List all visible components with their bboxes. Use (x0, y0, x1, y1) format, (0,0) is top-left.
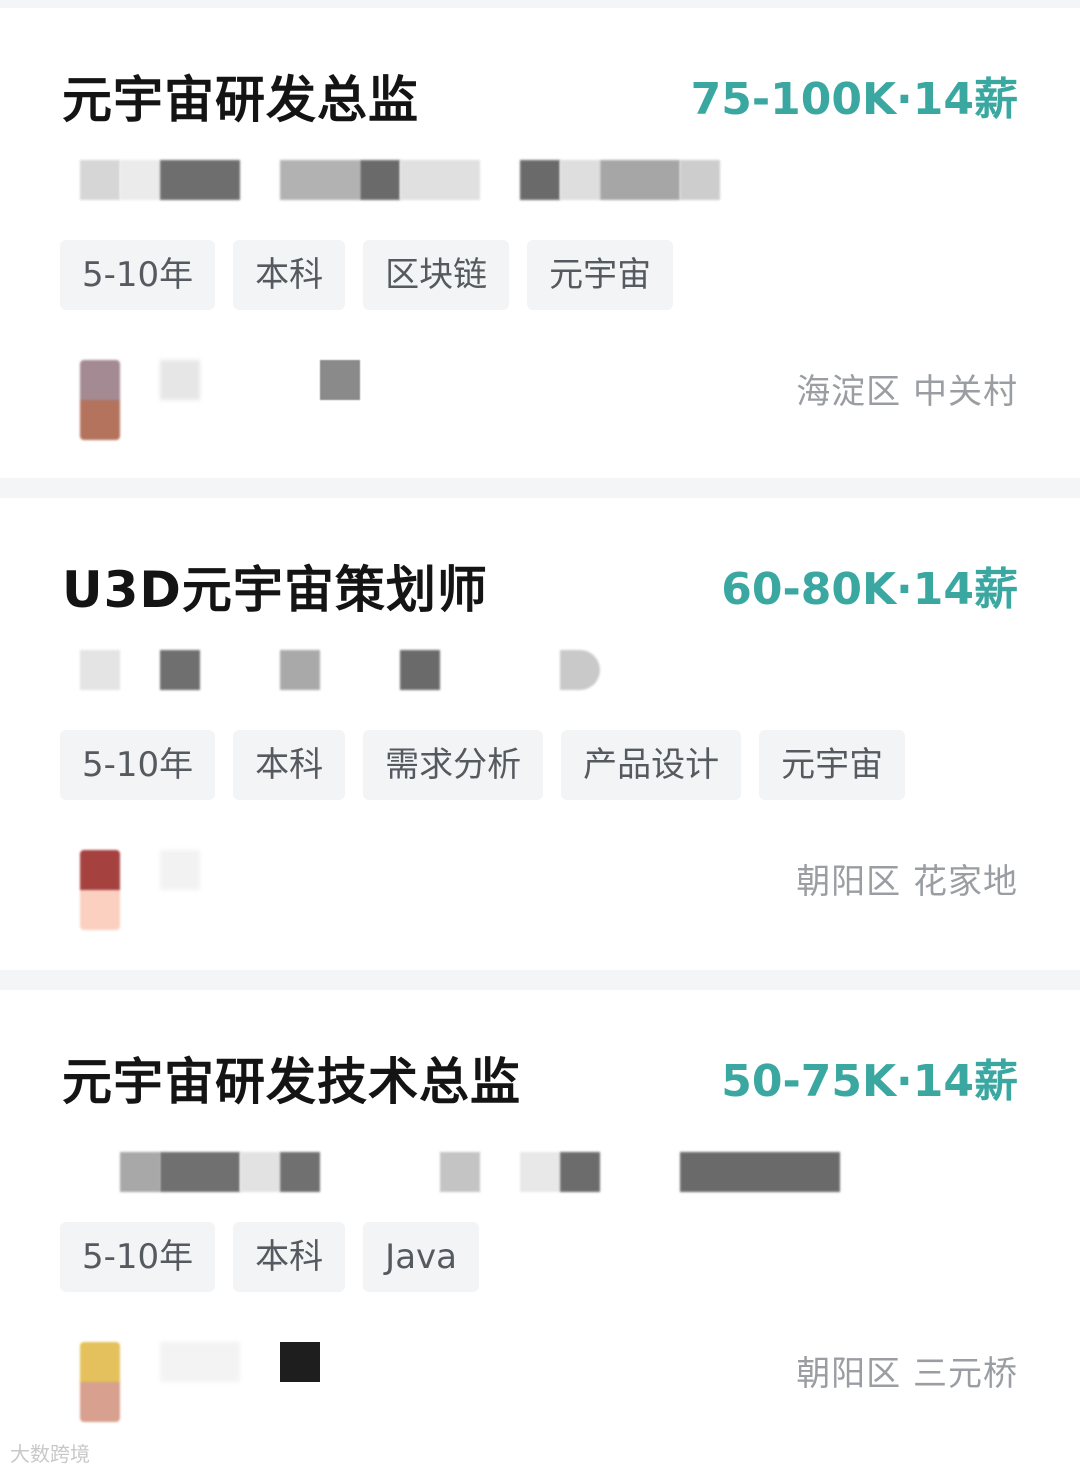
job-salary: 75-100K·14薪 (690, 74, 1018, 125)
job-tags: 5-10年 本科 区块链 元宇宙 (60, 240, 674, 310)
job-card[interactable]: 元宇宙研发总监 75-100K·14薪 5-10年 本科 区块链 元宇宙 海淀区… (0, 8, 1080, 478)
company-info-redacted (80, 160, 860, 200)
recruiter-name-redacted (160, 1342, 240, 1382)
job-tags: 5-10年 本科 需求分析 产品设计 元宇宙 (60, 730, 906, 800)
job-salary: 60-80K·14薪 (721, 564, 1018, 615)
tag-education: 本科 (233, 730, 346, 800)
recruiter-title-redacted (320, 360, 360, 400)
tag-skill: 元宇宙 (759, 730, 906, 800)
recruiter-avatar (80, 850, 120, 930)
tag-experience: 5-10年 (60, 240, 216, 310)
job-card[interactable]: 元宇宙研发技术总监 50-75K·14薪 5-10年 本科 Java 朝阳区 三… (0, 990, 1080, 1475)
recruiter-avatar (80, 360, 120, 440)
job-title: 元宇宙研发总监 (62, 71, 419, 129)
tag-experience: 5-10年 (60, 730, 216, 800)
tag-education: 本科 (233, 1222, 346, 1292)
job-location: 朝阳区 花家地 (796, 862, 1018, 902)
watermark: 大数跨境 (10, 1442, 90, 1466)
job-list: 元宇宙研发总监 75-100K·14薪 5-10年 本科 区块链 元宇宙 海淀区… (0, 0, 1080, 1475)
tag-skill: 元宇宙 (527, 240, 674, 310)
recruiter-title-redacted (280, 1342, 320, 1382)
company-info-redacted (80, 1152, 860, 1192)
job-title: U3D元宇宙策划师 (62, 561, 488, 619)
tag-experience: 5-10年 (60, 1222, 216, 1292)
job-location: 海淀区 中关村 (796, 372, 1018, 412)
job-title: 元宇宙研发技术总监 (62, 1053, 521, 1111)
job-salary: 50-75K·14薪 (721, 1056, 1018, 1107)
job-tags: 5-10年 本科 Java (60, 1222, 479, 1292)
company-info-redacted (80, 650, 860, 690)
job-location: 朝阳区 三元桥 (796, 1354, 1018, 1394)
tag-skill: 需求分析 (363, 730, 544, 800)
recruiter-name-redacted (160, 850, 200, 890)
tag-skill: Java (363, 1222, 479, 1292)
job-card[interactable]: U3D元宇宙策划师 60-80K·14薪 5-10年 本科 需求分析 产品设计 … (0, 498, 1080, 970)
recruiter-name-redacted (160, 360, 200, 400)
tag-education: 本科 (233, 240, 346, 310)
tag-skill: 产品设计 (561, 730, 742, 800)
recruiter-avatar (80, 1342, 120, 1422)
tag-skill: 区块链 (363, 240, 510, 310)
